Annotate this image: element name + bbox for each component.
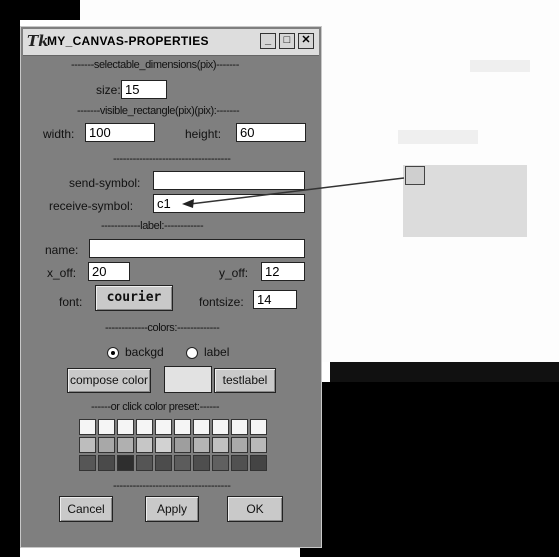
color-preset-swatch[interactable]	[174, 419, 191, 435]
color-preset-swatch[interactable]	[174, 455, 191, 471]
canvas-object-handle[interactable]	[405, 166, 425, 185]
desktop-dark-strip	[330, 362, 559, 384]
color-preset-swatch[interactable]	[117, 455, 134, 471]
label-radio[interactable]	[186, 347, 198, 359]
current-color-preview	[164, 366, 212, 393]
color-preset-swatch[interactable]	[193, 455, 210, 471]
section-visible-rectangle: -------visible_rectangle(pix)(pix):-----…	[77, 105, 240, 117]
section-divider: ------------------------------------	[113, 153, 231, 165]
color-preset-swatch[interactable]	[136, 419, 153, 435]
color-preset-swatch[interactable]	[98, 419, 115, 435]
font-button[interactable]: courier	[95, 285, 173, 311]
backgd-radio-label: backgd	[125, 345, 164, 359]
color-preset-swatch[interactable]	[193, 419, 210, 435]
fontsize-field[interactable]: 14	[253, 290, 297, 309]
size-label: size:	[96, 83, 121, 97]
color-preset-swatch[interactable]	[231, 437, 248, 453]
color-preset-swatch[interactable]	[136, 455, 153, 471]
section-label: ------------label:------------	[101, 220, 204, 232]
color-preset-swatch[interactable]	[79, 437, 96, 453]
section-divider-bottom: ------------------------------------	[113, 480, 231, 492]
color-preset-swatch[interactable]	[98, 455, 115, 471]
color-preset-swatch[interactable]	[155, 437, 172, 453]
receive-symbol-label: receive-symbol:	[49, 199, 134, 213]
color-preset-swatch[interactable]	[98, 437, 115, 453]
color-preset-swatch[interactable]	[79, 419, 96, 435]
ok-button[interactable]: OK	[227, 496, 283, 522]
color-preset-swatch[interactable]	[193, 437, 210, 453]
section-color-preset: ------or click color preset:------	[91, 401, 220, 413]
cancel-button[interactable]: Cancel	[59, 496, 113, 522]
canvas-faint-shape	[398, 130, 478, 144]
fontsize-label: fontsize:	[199, 295, 244, 309]
section-selectable-dimensions: -------selectable_dimensions(pix)-------	[71, 59, 239, 71]
color-preset-swatch[interactable]	[231, 455, 248, 471]
color-preset-swatch[interactable]	[174, 437, 191, 453]
x-off-field[interactable]: 20	[88, 262, 130, 281]
receive-symbol-field[interactable]: c1	[153, 194, 305, 213]
color-preset-swatch[interactable]	[155, 455, 172, 471]
color-preset-swatch[interactable]	[250, 419, 267, 435]
y-off-label: y_off:	[219, 266, 249, 280]
color-preset-swatch[interactable]	[250, 437, 267, 453]
send-symbol-field[interactable]	[153, 171, 305, 190]
name-field[interactable]	[89, 239, 305, 258]
y-off-field[interactable]: 12	[261, 262, 305, 281]
color-preset-swatch[interactable]	[212, 437, 229, 453]
color-preset-swatch[interactable]	[117, 437, 134, 453]
color-preset-swatch[interactable]	[250, 455, 267, 471]
height-label: height:	[185, 127, 222, 141]
width-label: width:	[43, 127, 75, 141]
font-label: font:	[59, 295, 83, 309]
minimize-icon[interactable]: _	[260, 33, 276, 49]
close-icon[interactable]: ✕	[298, 33, 314, 49]
canvas-faint-shape	[470, 60, 530, 72]
color-preset-swatch[interactable]	[212, 455, 229, 471]
backgd-radio[interactable]	[107, 347, 119, 359]
desktop-black-bottom	[300, 382, 559, 557]
section-colors: -------------colors:-------------	[105, 322, 220, 334]
canvas-properties-dialog: Tk MY_CANVAS-PROPERTIES _ □ ✕ -------sel…	[20, 26, 322, 548]
apply-button[interactable]: Apply	[145, 496, 199, 522]
color-preset-swatch[interactable]	[79, 455, 96, 471]
color-preset-swatch[interactable]	[136, 437, 153, 453]
height-field[interactable]: 60	[236, 123, 306, 142]
x-off-label: x_off:	[47, 266, 77, 280]
size-field[interactable]: 15	[121, 80, 167, 99]
compose-color-button[interactable]: compose color	[67, 368, 151, 393]
window-title: MY_CANVAS-PROPERTIES	[47, 34, 209, 48]
desktop-black-left	[0, 0, 20, 557]
color-preset-swatch[interactable]	[212, 419, 229, 435]
name-label: name:	[45, 243, 79, 257]
maximize-icon[interactable]: □	[279, 33, 295, 49]
title-bar[interactable]: Tk MY_CANVAS-PROPERTIES _ □ ✕	[23, 29, 319, 56]
tk-app-icon: Tk	[27, 32, 49, 50]
color-preset-swatch[interactable]	[155, 419, 172, 435]
testlabel-button[interactable]: testlabel	[214, 368, 276, 393]
color-preset-swatch[interactable]	[117, 419, 134, 435]
width-field[interactable]: 100	[85, 123, 155, 142]
label-radio-label: label	[204, 345, 230, 359]
color-preset-swatch[interactable]	[231, 419, 248, 435]
send-symbol-label: send-symbol:	[69, 176, 141, 190]
